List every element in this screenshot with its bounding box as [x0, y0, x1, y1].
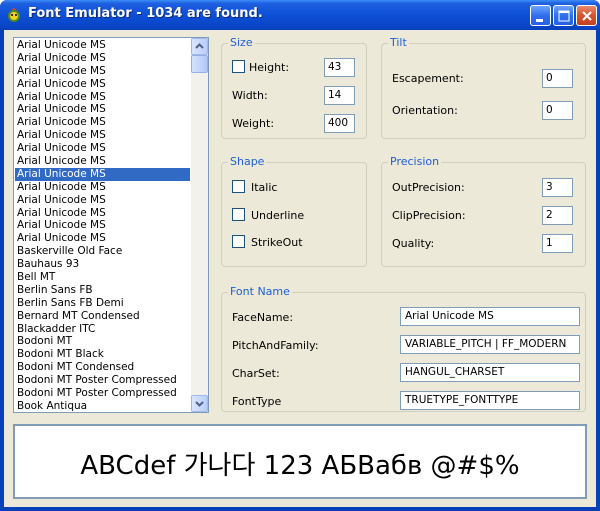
font-list-item[interactable]: Blackadder ITC [15, 323, 190, 336]
font-list-item[interactable]: Arial Unicode MS [15, 39, 190, 52]
font-list-items: Arial Unicode MS Arial Unicode MS Arial Un… [15, 39, 190, 412]
chevron-down-icon [195, 401, 204, 407]
minimize-button[interactable] [530, 5, 551, 26]
font-list-item[interactable]: Arial Unicode MS [15, 65, 190, 78]
strikeout-label: StrikeOut [251, 236, 303, 249]
maximize-icon [558, 10, 570, 22]
font-list-item[interactable]: Arial Unicode MS [15, 232, 190, 245]
font-list-item[interactable]: Arial Unicode MS [15, 219, 190, 232]
app-icon [6, 7, 22, 23]
fonttype-label: FontType [232, 395, 282, 408]
font-list-item[interactable]: Berlin Sans FB [15, 284, 190, 297]
list-scrollbar[interactable] [191, 38, 208, 412]
fonttype-field[interactable]: TRUETYPE_FONTTYPE [400, 391, 580, 410]
tilt-group: Tilt Escapement: 0 Orientation: 0 [381, 36, 586, 139]
clipprecision-input[interactable]: 2 [542, 206, 573, 225]
escapement-input[interactable]: 0 [542, 69, 573, 88]
underline-label: Underline [251, 209, 305, 222]
escapement-label: Escapement: [392, 72, 464, 85]
quality-input[interactable]: 1 [542, 234, 573, 253]
shape-group: Shape Italic Underline StrikeOut [221, 155, 367, 267]
strikeout-checkbox[interactable] [232, 235, 245, 248]
minimize-icon [536, 19, 543, 22]
tilt-group-label: Tilt [388, 36, 409, 49]
outprecision-input[interactable]: 3 [542, 178, 573, 197]
client-area: Arial Unicode MS Arial Unicode MS Arial Un… [4, 30, 596, 507]
outprecision-label: OutPrecision: [392, 181, 465, 194]
font-list-item[interactable]: Book Antiqua [15, 400, 190, 412]
font-list-item[interactable]: Bernard MT Condensed [15, 310, 190, 323]
font-list-item[interactable]: Arial Unicode MS [15, 181, 190, 194]
window-frame-right [596, 30, 600, 511]
font-list-item[interactable]: Bell MT [15, 271, 190, 284]
font-name-group: Font Name FaceName: Arial Unicode MS Pit… [221, 285, 586, 412]
precision-group: Precision OutPrecision: 3 ClipPrecision:… [381, 155, 586, 267]
charset-label: CharSet: [232, 367, 280, 380]
charset-field[interactable]: HANGUL_CHARSET [400, 363, 580, 382]
window-title: Font Emulator - 1034 are found. [28, 6, 263, 21]
height-label: Height: [249, 61, 290, 74]
font-list-item[interactable]: Baskerville Old Face [15, 245, 190, 258]
close-button[interactable] [576, 5, 597, 26]
font-list-item[interactable]: Bodoni MT Poster Compressed [15, 374, 190, 387]
maximize-button[interactable] [553, 5, 574, 26]
close-icon [582, 11, 592, 21]
quality-label: Quality: [392, 237, 435, 250]
font-list-item[interactable]: Bauhaus 93 [15, 258, 190, 271]
font-list-item[interactable]: Bodoni MT Poster Compressed [15, 387, 190, 400]
pitchandfamily-field[interactable]: VARIABLE_PITCH | FF_MODERN [400, 335, 580, 354]
font-list-item[interactable]: Arial Unicode MS [15, 129, 190, 142]
precision-group-label: Precision [388, 155, 442, 168]
font-list-item[interactable]: Berlin Sans FB Demi [15, 297, 190, 310]
font-list-item[interactable]: Arial Unicode MS [15, 116, 190, 129]
font-list-item[interactable]: Arial Unicode MS [15, 103, 190, 116]
font-listbox[interactable]: Arial Unicode MS Arial Unicode MS Arial Un… [13, 37, 209, 413]
font-list-item[interactable]: Arial Unicode MS [15, 52, 190, 65]
height-input[interactable]: 43 [324, 58, 355, 77]
clipprecision-label: ClipPrecision: [392, 209, 466, 222]
italic-label: Italic [251, 181, 278, 194]
underline-checkbox[interactable] [232, 208, 245, 221]
facename-field[interactable]: Arial Unicode MS [400, 307, 580, 326]
scroll-up-button[interactable] [191, 38, 208, 55]
orientation-label: Orientation: [392, 104, 458, 117]
width-label: Width: [232, 89, 268, 102]
chevron-up-icon [195, 43, 204, 49]
font-list-item[interactable]: Arial Unicode MS [15, 167, 190, 181]
size-group: Size Height: 43 Width: 14 Weight: 400 [221, 36, 367, 139]
italic-checkbox[interactable] [232, 180, 245, 193]
font-list-item[interactable]: Arial Unicode MS [15, 207, 190, 220]
orientation-input[interactable]: 0 [542, 101, 573, 120]
weight-input[interactable]: 400 [324, 114, 355, 133]
size-group-label: Size [228, 36, 255, 49]
font-list-item[interactable]: Bodoni MT [15, 335, 190, 348]
facename-label: FaceName: [232, 311, 294, 324]
font-list-item[interactable]: Arial Unicode MS [15, 91, 190, 104]
font-list-item[interactable]: Arial Unicode MS [15, 194, 190, 207]
preview-text: ABCdef 가나다 123 АБВабв @#$% [80, 451, 520, 481]
font-name-group-label: Font Name [228, 285, 292, 298]
font-list-item[interactable]: Arial Unicode MS [15, 78, 190, 91]
font-list-item[interactable]: Arial Unicode MS [15, 155, 190, 168]
width-input[interactable]: 14 [324, 86, 355, 105]
scroll-down-button[interactable] [191, 395, 208, 412]
scroll-thumb[interactable] [191, 55, 208, 73]
font-emulator-window: Font Emulator - 1034 are found. Arial Un… [0, 0, 600, 511]
height-checkbox[interactable] [232, 60, 245, 73]
shape-group-label: Shape [228, 155, 267, 168]
font-list-item[interactable]: Arial Unicode MS [15, 142, 190, 155]
pitchandfamily-label: PitchAndFamily: [232, 339, 319, 352]
weight-label: Weight: [232, 117, 275, 130]
window-frame-bottom [0, 507, 600, 511]
font-list-item[interactable]: Bodoni MT Black [15, 348, 190, 361]
font-list-item[interactable]: Bodoni MT Condensed [15, 361, 190, 374]
font-preview-panel: ABCdef 가나다 123 АБВабв @#$% [13, 424, 587, 499]
title-bar[interactable]: Font Emulator - 1034 are found. [0, 0, 600, 30]
